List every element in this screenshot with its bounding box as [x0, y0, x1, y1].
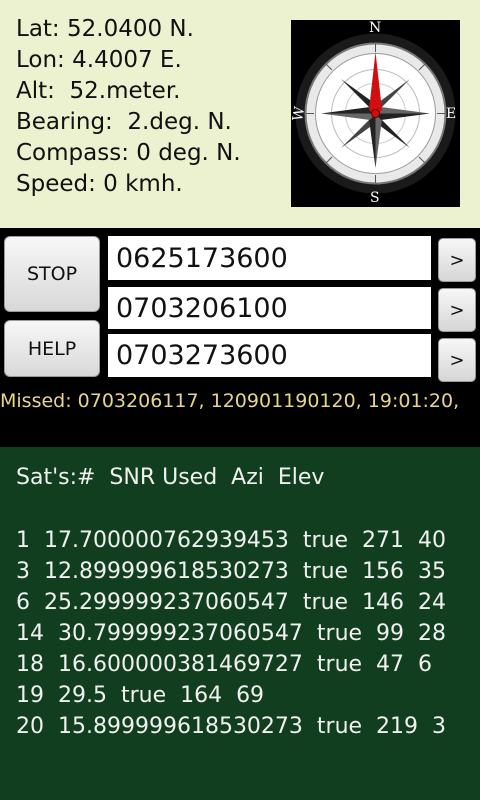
satellite-row: 14 30.799999237060547 true 99 28 — [16, 621, 447, 646]
position-panel: Lat: 52.0400 N. Lon: 4.4007 E. Alt: 52.m… — [0, 0, 480, 228]
satellite-row: 1 17.700000762939453 true 271 40 — [16, 528, 447, 553]
stop-button[interactable]: STOP — [4, 236, 100, 312]
bearing-text: Bearing: 2.deg. N. — [16, 109, 232, 135]
satellite-list: 1 17.700000762939453 true 271 40 3 12.89… — [16, 525, 446, 742]
speed-text: Speed: 0 kmh. — [16, 171, 183, 197]
satellite-header: Sat's:# SNR Used Azi Elev — [16, 465, 325, 490]
compass-north-label: N — [369, 20, 382, 36]
latitude-text: Lat: 52.0400 N. — [16, 16, 194, 42]
satellite-row: 6 25.299999237060547 true 146 24 — [16, 590, 447, 615]
compass-east-label: E — [446, 106, 457, 122]
help-button[interactable]: HELP — [4, 320, 100, 377]
compass-rose-icon — [295, 33, 456, 194]
satellite-panel: Sat's:# SNR Used Azi Elev 1 17.700000762… — [0, 447, 480, 800]
longitude-text: Lon: 4.4007 E. — [16, 47, 182, 73]
satellite-row: 3 12.899999618530273 true 156 35 — [16, 559, 447, 584]
number-1-go-button[interactable]: > — [438, 238, 476, 282]
compass-widget: N E S W — [290, 20, 460, 207]
satellite-row: 20 15.899999618530273 true 219 3 — [16, 714, 447, 739]
compass-south-label: S — [370, 190, 380, 206]
compass-west-label: W — [290, 105, 309, 123]
position-info: Lat: 52.0400 N. Lon: 4.4007 E. Alt: 52.m… — [16, 14, 241, 200]
compass-text: Compass: 0 deg. N. — [16, 140, 241, 166]
number-2-go-button[interactable]: > — [438, 288, 476, 332]
missed-call-text: Missed: 0703206117, 120901190120, 19:01:… — [0, 390, 460, 412]
controls-panel: STOP HELP 0625173600 0703206100 07032736… — [0, 228, 480, 388]
phone-number-field-2[interactable]: 0703206100 — [108, 287, 431, 329]
satellite-row: 18 16.600000381469727 true 47 6 — [16, 652, 433, 677]
satellite-row: 19 29.5 true 164 69 — [16, 683, 265, 708]
phone-number-field-1[interactable]: 0625173600 — [108, 236, 431, 280]
altitude-text: Alt: 52.meter. — [16, 78, 181, 104]
number-3-go-button[interactable]: > — [438, 338, 476, 382]
phone-number-field-3[interactable]: 0703273600 — [108, 334, 431, 377]
